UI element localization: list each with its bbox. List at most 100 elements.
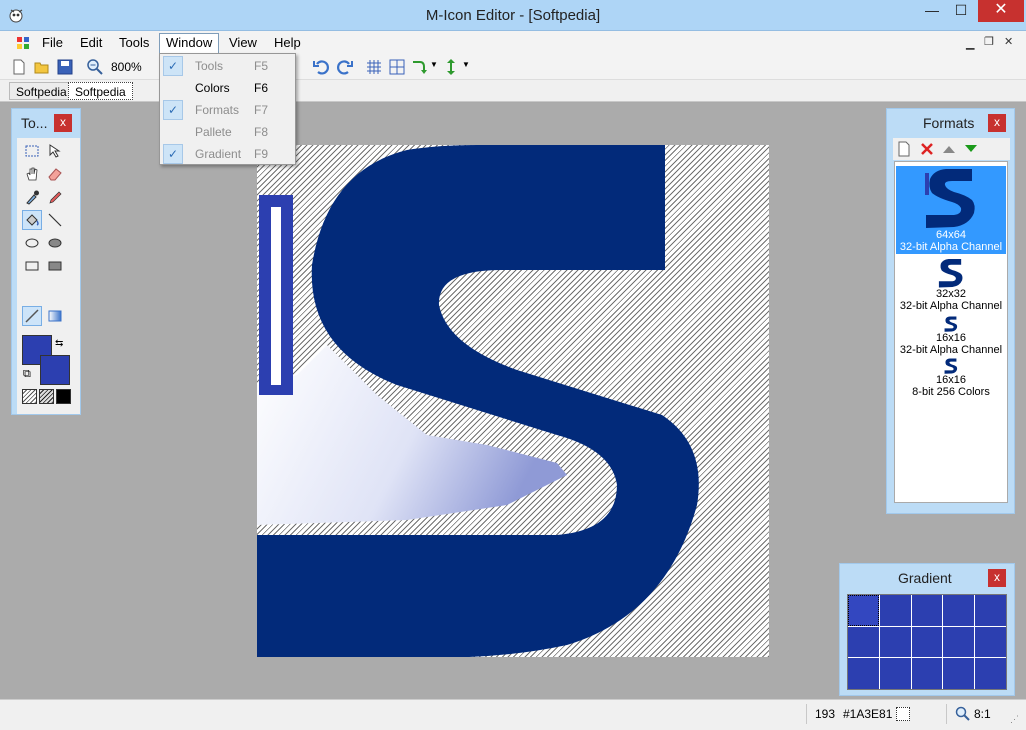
menu-help[interactable]: Help bbox=[268, 34, 307, 52]
menu-item-shortcut: F6 bbox=[254, 81, 269, 95]
gradient-swatch[interactable] bbox=[975, 595, 1006, 626]
eraser-icon[interactable] bbox=[45, 164, 65, 184]
transparent-swatch[interactable] bbox=[22, 389, 37, 404]
gradient-swatch[interactable] bbox=[879, 595, 911, 626]
menu-edit[interactable]: Edit bbox=[74, 34, 108, 52]
window-menu-item-gradient[interactable]: ✓ Gradient F9 bbox=[162, 143, 293, 165]
document-tabs: Softpedia Softpedia bbox=[0, 80, 1026, 102]
gradient-swatch[interactable] bbox=[943, 595, 975, 626]
mdi-minimize-icon[interactable]: ▁ bbox=[966, 37, 974, 50]
redo-icon[interactable] bbox=[336, 58, 354, 76]
gradient-swatch[interactable] bbox=[943, 658, 975, 689]
save-icon[interactable] bbox=[56, 58, 74, 76]
format-thumb-16-alpha-icon bbox=[944, 316, 958, 332]
gradient-swatch[interactable] bbox=[848, 595, 879, 626]
format-thumb-64-icon bbox=[925, 169, 975, 228]
format-depth-label: 32-bit Alpha Channel bbox=[899, 300, 1003, 312]
gradient-swatch[interactable] bbox=[879, 626, 911, 658]
hand-icon[interactable] bbox=[22, 164, 42, 184]
menu-item-label: Colors bbox=[195, 81, 230, 95]
new-format-icon[interactable] bbox=[897, 141, 911, 157]
doc-tab-1[interactable]: Softpedia bbox=[9, 82, 74, 100]
status-divider bbox=[946, 704, 947, 724]
rotate-dropdown-icon[interactable]: ▼ bbox=[430, 60, 438, 69]
format-thumb-32-icon bbox=[938, 258, 963, 288]
doc-tab-2[interactable]: Softpedia bbox=[68, 82, 133, 100]
format-item-32[interactable]: 32x32 32-bit Alpha Channel bbox=[896, 258, 1006, 312]
gradient-swatch[interactable] bbox=[848, 626, 879, 658]
formats-list[interactable]: 64x64 32-bit Alpha Channel 32x32 32-bit … bbox=[894, 161, 1008, 503]
zoom-icon[interactable] bbox=[86, 58, 104, 76]
format-item-16-alpha[interactable]: 16x16 32-bit Alpha Channel bbox=[896, 316, 1006, 356]
rect-outline-icon[interactable] bbox=[22, 256, 42, 276]
gradient-panel-title: Gradient bbox=[898, 570, 952, 586]
tools-panel-close-button[interactable]: x bbox=[54, 114, 72, 132]
pixel-grid-icon[interactable] bbox=[388, 58, 406, 76]
gradient-swatch[interactable] bbox=[911, 626, 943, 658]
icon-artwork bbox=[257, 145, 699, 657]
eyedropper-icon[interactable] bbox=[22, 187, 42, 207]
icon-canvas[interactable] bbox=[257, 145, 769, 657]
gradient-swatch[interactable] bbox=[975, 626, 1006, 658]
close-button[interactable]: ✕ bbox=[978, 0, 1024, 22]
format-item-16-256[interactable]: 16x16 8-bit 256 Colors bbox=[896, 358, 1006, 398]
rotate-icon[interactable] bbox=[410, 58, 428, 76]
delete-format-icon[interactable] bbox=[919, 141, 935, 157]
menu-window[interactable]: Window bbox=[159, 33, 220, 54]
tools-panel: To... x ⇆ ⧉ bbox=[11, 108, 81, 415]
menu-tools[interactable]: Tools bbox=[113, 34, 155, 52]
menu-file[interactable]: File bbox=[36, 34, 69, 52]
title-bar: M-Icon Editor - [Softpedia] — ☐ ✕ bbox=[0, 0, 1026, 31]
pencil-icon[interactable] bbox=[45, 187, 65, 207]
format-depth-label: 32-bit Alpha Channel bbox=[899, 344, 1003, 356]
move-up-icon[interactable] bbox=[941, 142, 957, 156]
gradient-swatch[interactable] bbox=[943, 626, 975, 658]
move-down-icon[interactable] bbox=[963, 142, 979, 156]
mdi-close-icon[interactable]: ✕ bbox=[1004, 35, 1013, 48]
select-move-icon[interactable] bbox=[45, 141, 65, 161]
grid-icon[interactable] bbox=[365, 58, 383, 76]
open-folder-icon[interactable] bbox=[33, 58, 51, 76]
format-thumb-16-256-icon bbox=[944, 358, 958, 374]
check-icon: ✓ bbox=[163, 144, 183, 164]
gradient-swatch[interactable] bbox=[911, 658, 943, 689]
minimize-button[interactable]: — bbox=[918, 0, 946, 22]
window-menu-item-colors[interactable]: Colors F6 bbox=[162, 77, 293, 99]
doc-window-icon[interactable] bbox=[16, 36, 30, 50]
window-menu-item-formats[interactable]: ✓ Formats F7 bbox=[162, 99, 293, 121]
flip-dropdown-icon[interactable]: ▼ bbox=[462, 60, 470, 69]
gradient-swatch[interactable] bbox=[848, 658, 879, 689]
gradient-brush-icon[interactable] bbox=[45, 306, 65, 326]
window-title: M-Icon Editor - [Softpedia] bbox=[425, 7, 601, 24]
maximize-button[interactable]: ☐ bbox=[947, 0, 975, 22]
window-menu-item-tools[interactable]: ✓ Tools F5 bbox=[162, 55, 293, 77]
menu-view[interactable]: View bbox=[223, 34, 263, 52]
black-swatch[interactable] bbox=[56, 389, 71, 404]
gradient-panel-close-button[interactable]: x bbox=[988, 569, 1006, 587]
gradient-swatch[interactable] bbox=[975, 658, 1006, 689]
new-file-icon[interactable] bbox=[10, 58, 28, 76]
ellipse-outline-icon[interactable] bbox=[22, 233, 42, 253]
zoom-level[interactable]: 800% bbox=[111, 60, 142, 74]
swap-colors-icon[interactable]: ⇆ bbox=[55, 338, 63, 349]
fill-bucket-icon[interactable] bbox=[22, 210, 42, 230]
gradient-swatch[interactable] bbox=[879, 658, 911, 689]
check-icon: ✓ bbox=[163, 56, 183, 76]
rect-filled-icon[interactable] bbox=[45, 256, 65, 276]
ellipse-filled-icon[interactable] bbox=[45, 233, 65, 253]
secondary-color-swatch[interactable] bbox=[40, 355, 70, 385]
formats-panel-close-button[interactable]: x bbox=[988, 114, 1006, 132]
flip-icon[interactable] bbox=[442, 58, 460, 76]
undo-icon[interactable] bbox=[312, 58, 330, 76]
mdi-restore-icon[interactable]: ❐ bbox=[984, 35, 994, 48]
menu-item-label: Pallete bbox=[195, 125, 232, 139]
window-menu-item-pallete[interactable]: Pallete F8 bbox=[162, 121, 293, 143]
inverse-swatch[interactable] bbox=[39, 389, 54, 404]
solid-brush-icon[interactable] bbox=[22, 306, 42, 326]
format-item-64[interactable]: 64x64 32-bit Alpha Channel bbox=[896, 166, 1006, 254]
line-icon[interactable] bbox=[45, 210, 65, 230]
reset-colors-icon[interactable]: ⧉ bbox=[23, 368, 31, 381]
select-rect-icon[interactable] bbox=[22, 141, 42, 161]
gradient-swatch[interactable] bbox=[911, 595, 943, 626]
resize-grip-icon[interactable]: ⋰ bbox=[1010, 714, 1019, 725]
